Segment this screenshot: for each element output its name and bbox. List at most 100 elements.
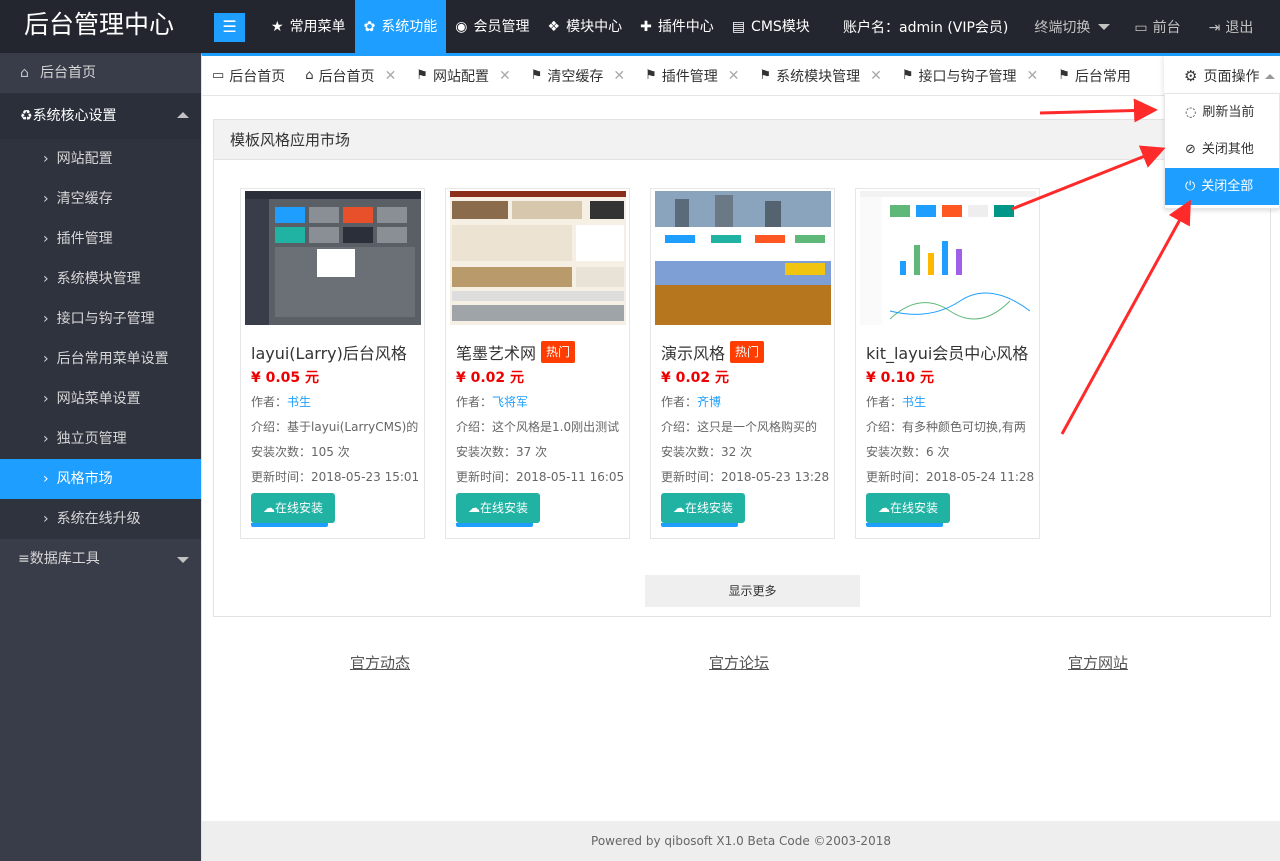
menu-item-refresh-current[interactable]: ◌ 刷新当前 — [1165, 94, 1279, 131]
install-button-underline — [661, 523, 738, 527]
sidebar-toggle-button[interactable]: ☰ — [214, 13, 245, 42]
sidebar-item-upgrade[interactable]: › 系统在线升级 — [0, 499, 201, 539]
cloud-download-icon: ☁ — [262, 501, 275, 515]
install-button-underline — [866, 523, 943, 527]
puzzle-icon: ✚ — [640, 18, 652, 35]
sidebar-item-pages[interactable]: › 独立页管理 — [0, 419, 201, 459]
caret-down-icon — [177, 557, 189, 563]
sidebar-item-clear-cache[interactable]: › 清空缓存 — [0, 179, 201, 219]
style-price: ¥ 0.02 元 — [456, 370, 525, 386]
close-icon[interactable]: ✕ — [728, 68, 740, 84]
sidebar-item-modules[interactable]: › 系统模块管理 — [0, 259, 201, 299]
app-title: 后台管理中心 — [24, 10, 175, 39]
tab-plugins[interactable]: ⚑ 插件管理 ✕ — [635, 56, 749, 95]
style-installs: 安装次数：32 次 — [661, 445, 753, 459]
page-operations-button[interactable]: ⚙ 页面操作 — [1164, 56, 1280, 96]
topnav-item-common-menu[interactable]: ★ 常用菜单 — [262, 0, 355, 53]
chevron-right-icon: › — [43, 431, 49, 447]
chevron-right-icon: › — [43, 271, 49, 287]
top-bar: 后台管理中心 ☰ ★ 常用菜单 ✿ 系统功能 ◉ 会员管理 ❖ 模块中心 ✚ 插件中心 ▤… — [0, 0, 1280, 53]
sidebar-item-hooks[interactable]: › 接口与钩子管理 — [0, 299, 201, 339]
style-thumbnail[interactable] — [450, 191, 626, 325]
style-title[interactable]: kit_layui会员中心风格 — [866, 340, 1028, 364]
front-link[interactable]: ▭ 前台 — [1134, 17, 1180, 37]
sidebar-item-plugins[interactable]: › 插件管理 — [0, 219, 201, 259]
style-thumbnail[interactable] — [245, 191, 421, 325]
topnav-item-cms[interactable]: ▤ CMS模块 — [723, 0, 819, 53]
footer: Powered by qibosoft X1.0 Beta Code ©2003… — [202, 821, 1280, 861]
close-icon[interactable]: ✕ — [385, 68, 397, 84]
style-price: ¥ 0.05 元 — [251, 370, 320, 386]
install-button[interactable]: ☁在线安装 — [456, 493, 540, 523]
logout-link[interactable]: ⇥ 退出 — [1209, 17, 1254, 37]
tab-admin-menu[interactable]: ⚑ 后台常用 — [1048, 56, 1141, 95]
style-thumbnail[interactable] — [655, 191, 831, 325]
style-intro: 介绍：基于layui(LarryCMS)的 — [251, 420, 419, 434]
install-button[interactable]: ☁在线安装 — [661, 493, 745, 523]
tab-modules[interactable]: ⚑ 系统模块管理 ✕ — [749, 56, 891, 95]
style-intro: 介绍：有多种颜色可切换,有两 — [866, 420, 1026, 434]
show-more-button[interactable]: 显示更多 — [645, 575, 860, 607]
account-name: 账户名：admin (VIP会员) — [843, 19, 1009, 36]
close-icon[interactable]: ✕ — [499, 68, 511, 84]
style-title[interactable]: layui(Larry)后台风格 — [251, 340, 407, 364]
cloud-download-icon: ☁ — [877, 501, 890, 515]
chevron-right-icon: › — [43, 231, 49, 247]
cloud-download-icon: ☁ — [467, 501, 480, 515]
topnav-item-modules[interactable]: ❖ 模块中心 — [539, 0, 632, 53]
menu-item-close-others[interactable]: ⊘ 关闭其他 — [1165, 131, 1279, 168]
monitor-icon: ▭ — [212, 68, 225, 83]
style-intro: 介绍：这个风格是1.0刚出测试 — [456, 420, 620, 434]
hot-badge: 热门 — [730, 341, 765, 363]
sidebar-group-core[interactable]: ♻系统核心设置 — [0, 93, 201, 139]
tab-clear-cache[interactable]: ⚑ 清空缓存 ✕ — [521, 56, 635, 95]
caret-up-icon — [1265, 73, 1276, 79]
flag-icon: ⚑ — [416, 68, 428, 83]
style-card: 笔墨艺术网 热门 ¥ 0.02 元 作者：飞将军 介绍：这个风格是1.0刚出测试 … — [445, 188, 630, 539]
link-official-forum[interactable]: 官方论坛 — [709, 652, 769, 673]
main-content: ▭ 后台首页 ⌂ 后台首页 ✕ ⚑ 网站配置 ✕ ⚑ 清空缓存 ✕ ⚑ 插件管理 ✕ ⚑ 系统模块管… — [201, 53, 1280, 861]
link-official-site[interactable]: 官方网站 — [1068, 652, 1128, 673]
style-author: 作者：书生 — [866, 395, 927, 409]
sidebar-item-style-market[interactable]: › 风格市场 — [0, 459, 201, 499]
style-market-panel: 模板风格应用市场 layui(Larry)后台风格 ¥ 0.05 元 作者：书生… — [213, 119, 1271, 617]
sidebar-item-site-config[interactable]: › 网站配置 — [0, 139, 201, 179]
tab-home[interactable]: ⌂ 后台首页 ✕ — [295, 56, 406, 95]
style-author: 作者：书生 — [251, 395, 312, 409]
style-author: 作者：飞将军 — [456, 395, 529, 409]
sidebar-item-home[interactable]: ⌂ 后台首页 — [0, 53, 201, 93]
style-installs: 安装次数：6 次 — [866, 445, 950, 459]
install-button[interactable]: ☁在线安装 — [251, 493, 335, 523]
home-icon: ⌂ — [20, 65, 29, 81]
user-bar: 账户名：admin (VIP会员) 终端切换 ▭ 前台 ⇥ 退出 — [843, 0, 1253, 53]
style-thumbnail[interactable] — [860, 191, 1036, 325]
cubes-icon: ❖ — [547, 18, 561, 35]
ban-icon: ⊘ — [1185, 142, 1196, 157]
style-title[interactable]: 演示风格 热门 — [661, 340, 765, 364]
topnav-item-system[interactable]: ✿ 系统功能 — [354, 0, 447, 53]
chevron-right-icon: › — [43, 351, 49, 367]
sidebar-item-admin-menu[interactable]: › 后台常用菜单设置 — [0, 339, 201, 379]
logout-icon: ⇥ — [1208, 19, 1221, 36]
close-icon[interactable]: ✕ — [870, 68, 882, 84]
flag-icon: ⚑ — [530, 68, 543, 83]
link-official-news[interactable]: 官方动态 — [350, 652, 410, 673]
close-icon[interactable]: ✕ — [1027, 68, 1039, 84]
topnav-item-members[interactable]: ◉ 会员管理 — [446, 0, 538, 53]
install-button[interactable]: ☁在线安装 — [866, 493, 950, 523]
panel-title: 模板风格应用市场 — [214, 120, 1270, 160]
flag-icon: ⚑ — [901, 68, 914, 83]
style-title[interactable]: 笔墨艺术网 热门 — [456, 340, 576, 364]
topnav-item-plugins[interactable]: ✚ 插件中心 — [631, 0, 723, 53]
tab-hooks[interactable]: ⚑ 接口与钩子管理 ✕ — [892, 56, 1048, 95]
monitor-icon: ▭ — [1134, 19, 1148, 36]
menu-item-close-all[interactable]: ⏻ 关闭全部 — [1165, 168, 1279, 205]
terminal-switch-dropdown[interactable]: 终端切换 — [1034, 17, 1111, 37]
tab-site-config[interactable]: ⚑ 网站配置 ✕ — [406, 56, 520, 95]
tab-dashboard[interactable]: ▭ 后台首页 — [202, 56, 295, 95]
style-price: ¥ 0.02 元 — [661, 370, 730, 386]
file-icon: ▤ — [731, 18, 746, 35]
close-icon[interactable]: ✕ — [613, 68, 625, 84]
sidebar-item-site-menu[interactable]: › 网站菜单设置 — [0, 379, 201, 419]
sidebar-group-database[interactable]: ≡数据库工具 — [0, 539, 201, 579]
